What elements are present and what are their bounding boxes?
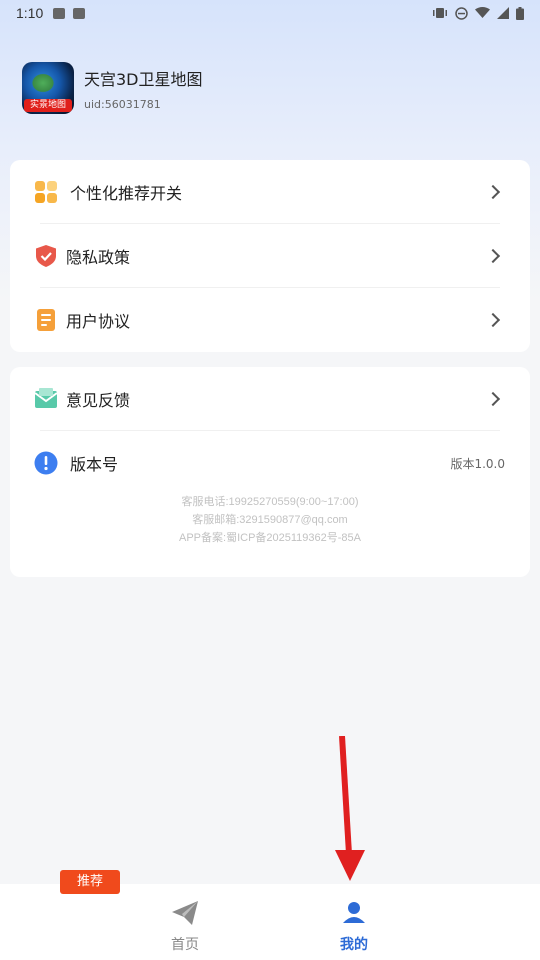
- wifi-icon: [475, 7, 490, 18]
- menu-item-privacy-policy[interactable]: 隐私政策: [10, 224, 530, 288]
- info-icon: [34, 451, 58, 475]
- tab-label: 我的: [340, 937, 368, 953]
- chevron-right-icon: [485, 248, 501, 264]
- menu-item-user-agreement[interactable]: 用户协议: [10, 288, 530, 352]
- menu-label: 隐私政策: [66, 248, 131, 267]
- annotation-arrow: [335, 736, 365, 881]
- app-name: 天宫3D卫星地图: [84, 69, 203, 89]
- status-bar: 1:10: [0, 0, 540, 26]
- user-id: uid:56031781: [84, 97, 161, 111]
- mail-icon: [34, 388, 58, 408]
- app-notification-icon: [73, 7, 86, 19]
- chevron-right-icon: [485, 312, 501, 328]
- service-email: 客服邮箱:3291590877@qq.com: [192, 514, 348, 526]
- icp-filing: APP备案:蜀ICP备2025119362号-85A: [179, 532, 361, 544]
- menu-item-version: 版本号 版本1.0.0: [10, 431, 530, 495]
- battery-icon: [516, 6, 524, 20]
- signal-icon: [497, 7, 509, 19]
- tab-home[interactable]: 首页: [125, 884, 245, 960]
- bottom-navigation: 首页 我的: [0, 884, 540, 960]
- profile-header: 实景地图 天宫3D卫星地图 uid:56031781: [22, 62, 203, 114]
- app-logo: 实景地图: [22, 62, 74, 114]
- grid-icon: [35, 181, 57, 203]
- dnd-icon: [455, 6, 468, 20]
- status-icons: [432, 6, 524, 20]
- service-info: 客服电话:19925270559(9:00~17:00) 客服邮箱:329159…: [10, 493, 530, 547]
- document-icon: [37, 309, 55, 331]
- paper-plane-icon: [172, 901, 198, 925]
- vibrate-icon: [433, 8, 447, 18]
- menu-item-personalized-recommendation[interactable]: 个性化推荐开关: [10, 160, 530, 224]
- menu-label: 意见反馈: [66, 391, 131, 410]
- menu-item-feedback[interactable]: 意见反馈: [10, 367, 530, 431]
- settings-card-2: 意见反馈 版本号 版本1.0.0 客服电话:19925270559(9:00~1…: [10, 367, 530, 577]
- chevron-right-icon: [485, 391, 501, 407]
- version-value: 版本1.0.0: [450, 456, 505, 471]
- recommend-badge: 推荐: [60, 870, 120, 894]
- image-notification-icon: [53, 7, 66, 19]
- service-phone: 客服电话:19925270559(9:00~17:00): [181, 496, 359, 508]
- tab-label: 首页: [171, 937, 199, 953]
- menu-label: 版本号: [70, 455, 119, 474]
- menu-label: 个性化推荐开关: [70, 184, 183, 203]
- settings-card-1: 个性化推荐开关 隐私政策 用户协议: [10, 160, 530, 352]
- chevron-right-icon: [485, 184, 501, 200]
- shield-icon: [36, 245, 56, 267]
- menu-label: 用户协议: [66, 312, 131, 331]
- tab-mine[interactable]: 我的: [294, 884, 414, 960]
- status-time: 1:10: [16, 5, 44, 21]
- user-icon: [343, 902, 365, 923]
- logo-tag: 实景地图: [24, 99, 72, 112]
